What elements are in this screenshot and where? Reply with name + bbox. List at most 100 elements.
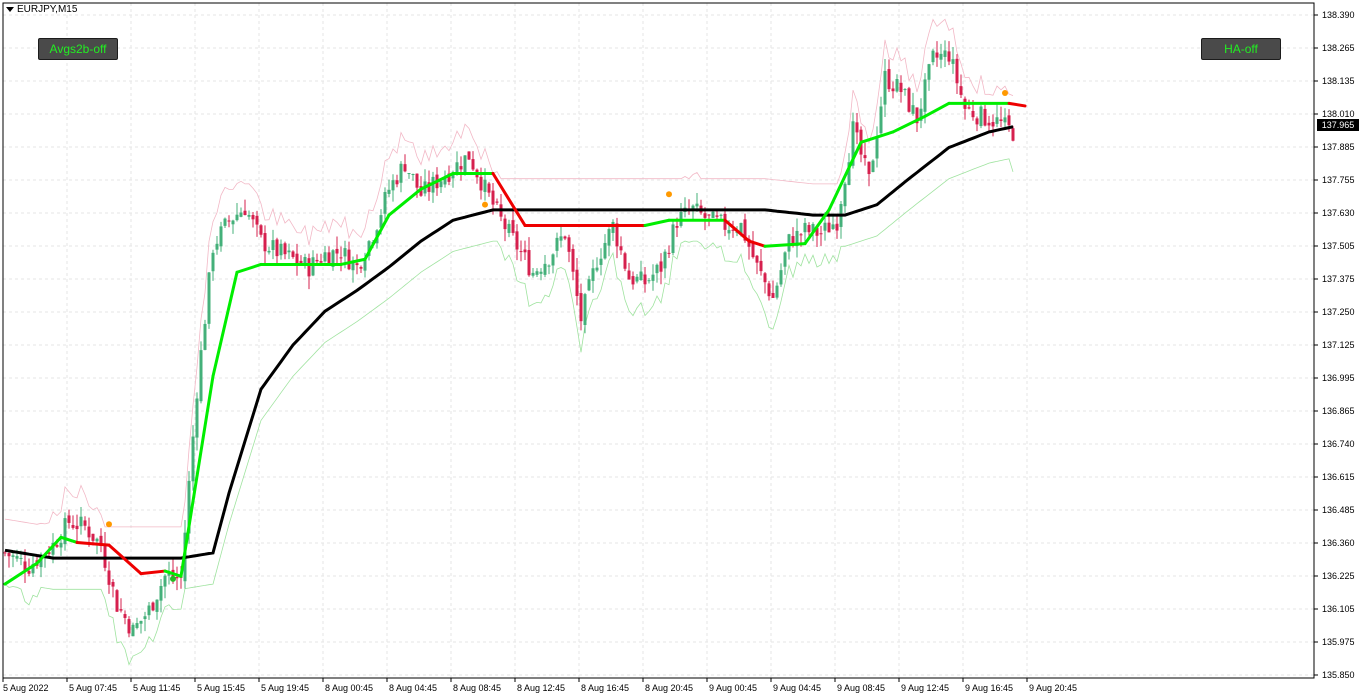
candle-body [235,214,239,221]
candle-body [935,52,939,58]
x-tick-label: 8 Aug 04:45 [389,683,437,693]
candle-body [471,159,475,170]
candle-body [867,161,871,175]
candle-body [835,223,839,231]
candle-body [635,276,639,282]
candle-body [623,253,627,269]
candle-body [511,220,515,233]
candle-body [7,553,11,557]
candle-body [55,545,59,547]
candle-body [655,264,659,274]
candle-body [307,258,311,277]
candle-body [787,234,791,252]
candle-body [627,270,631,280]
candle-body [711,211,715,218]
candle-body [163,575,167,587]
y-tick-label: 138.010 [1322,109,1355,119]
candle-body [483,179,487,192]
y-tick-label: 136.740 [1322,439,1355,449]
candle-body [11,555,15,557]
symbol-text: EURJPY,M15 [17,4,78,15]
candle-body [103,543,107,568]
candle-body [583,294,587,326]
candle-body [599,258,603,265]
candle-body [767,283,771,297]
y-tick-label: 135.850 [1322,670,1355,680]
candle-body [803,222,807,233]
x-tick-label: 8 Aug 08:45 [453,683,501,693]
candle-body [211,252,215,272]
candle-body [595,267,599,271]
candle-body [343,248,347,257]
x-tick-label: 8 Aug 00:45 [325,683,373,693]
candle-body [143,616,147,620]
candle-body [335,248,339,254]
candle-body [3,552,7,554]
candle-body [987,122,991,126]
candle-body [295,253,299,264]
candle-body [967,107,971,109]
candle-body [147,605,151,616]
candle-body [531,272,535,276]
candle-body [907,88,911,112]
y-tick-label: 137.125 [1322,340,1355,350]
symbol-label[interactable]: EURJPY,M15 [6,4,77,15]
candle-body [879,106,883,134]
candle-body [1007,115,1011,126]
candle-body [87,526,91,538]
candle-body [223,218,227,226]
candle-body [159,585,163,601]
candle-body [271,240,275,250]
y-tick-label: 138.390 [1322,10,1355,20]
candle-body [863,155,867,159]
x-tick-label: 8 Aug 20:45 [645,683,693,693]
candle-body [975,118,979,125]
candle-body [407,173,411,175]
candle-body [247,214,251,217]
candle-body [243,210,247,216]
candle-body [323,252,327,262]
candle-body [1003,117,1007,123]
x-tick-label: 5 Aug 15:45 [197,683,245,693]
candle-body [827,222,831,233]
ha-toggle-button[interactable]: HA-off [1201,38,1281,60]
candle-body [663,251,667,269]
candle-body [587,279,591,291]
candle-body [911,105,915,114]
candle-body [571,248,575,272]
candle-body [275,239,279,257]
candle-body [991,122,995,127]
candle-body [267,250,271,253]
candle-body [287,250,291,253]
indicator-lines [3,101,1027,586]
candle-body [139,620,143,624]
candle-body [631,276,635,285]
candle-body [651,274,655,281]
candle-body [887,69,891,90]
y-tick-label: 138.265 [1322,43,1355,53]
candle-body [971,110,975,118]
candle-body [951,59,955,64]
avgs-toggle-button[interactable]: Avgs2b-off [38,38,118,60]
trend-line-segment [891,114,927,134]
candle-body [771,293,775,298]
candle-body [559,236,563,241]
trend-line-segment [491,172,527,227]
candle-body [947,51,951,62]
y-tick-label: 135.975 [1322,637,1355,647]
candle-body [551,254,555,266]
signal-dot [106,521,112,528]
y-tick-label: 136.225 [1322,571,1355,581]
candle-body [899,82,903,93]
candle-body [535,271,539,275]
candle-body [831,224,835,230]
x-tick-label: 9 Aug 12:45 [901,683,949,693]
candle-body [283,243,287,255]
candle-body [119,609,123,611]
candle-body [111,581,115,587]
candle-body [959,86,963,95]
x-tick-label: 5 Aug 19:45 [261,683,309,693]
x-tick-label: 9 Aug 08:45 [837,683,885,693]
candle-body [539,271,543,274]
candle-body [227,220,231,222]
